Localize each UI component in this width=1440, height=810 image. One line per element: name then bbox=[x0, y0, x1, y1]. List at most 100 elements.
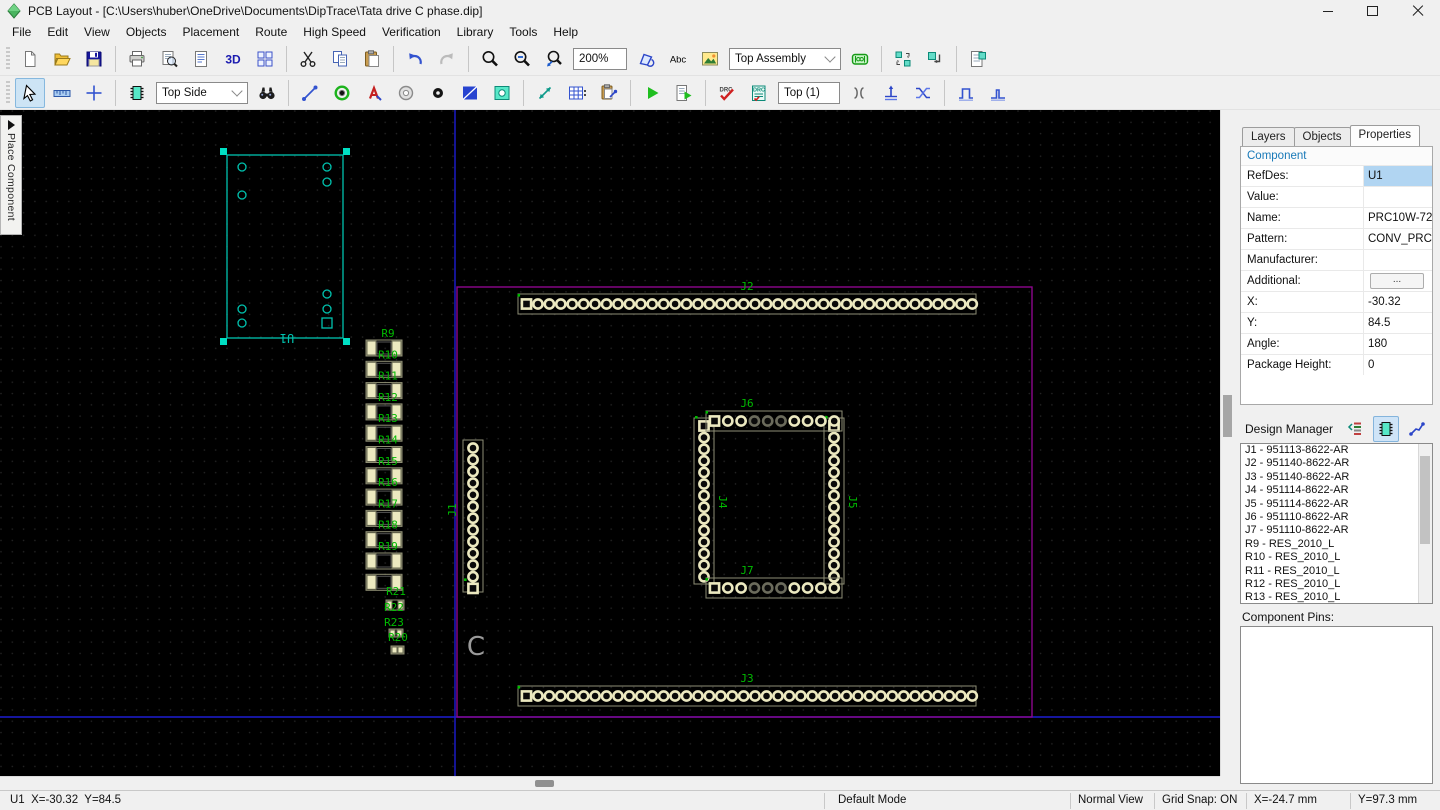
place-component-button[interactable] bbox=[122, 78, 152, 108]
board-points-button[interactable] bbox=[631, 44, 661, 74]
place-component-tab[interactable]: Place Component bbox=[0, 115, 22, 235]
menu-verification[interactable]: Verification bbox=[374, 23, 449, 41]
design-manager-item[interactable]: J3 - 951140-8622-AR bbox=[1241, 471, 1432, 484]
design-manager-item[interactable]: R11 - RES_2010_L bbox=[1241, 565, 1432, 578]
property-value-x[interactable]: -30.32 bbox=[1363, 292, 1432, 312]
pin-table-button[interactable] bbox=[562, 78, 592, 108]
toolbar-grip[interactable] bbox=[6, 46, 10, 71]
menu-placement[interactable]: Placement bbox=[175, 23, 248, 41]
design-manager-list[interactable]: J1 - 951113-8622-AR J2 - 951140-8622-AR J3… bbox=[1240, 443, 1433, 604]
property-value-angle[interactable]: 180 bbox=[1363, 334, 1432, 354]
update-structure-button[interactable] bbox=[888, 44, 918, 74]
minimize-button[interactable] bbox=[1305, 0, 1350, 22]
design-manager-item[interactable]: R10 - RES_2010_L bbox=[1241, 551, 1432, 564]
property-value-value[interactable] bbox=[1363, 187, 1432, 207]
drc-check-button[interactable]: DRC bbox=[712, 78, 742, 108]
place-hole-button[interactable] bbox=[423, 78, 453, 108]
menu-file[interactable]: File bbox=[4, 23, 39, 41]
property-value-name[interactable]: PRC10W-72 bbox=[1363, 208, 1432, 228]
design-manager-item[interactable]: R12 - RES_2010_L bbox=[1241, 578, 1432, 591]
menu-help[interactable]: Help bbox=[545, 23, 586, 41]
pulse-wide-button[interactable] bbox=[951, 78, 981, 108]
canvas-vertical-scrollbar[interactable] bbox=[1220, 110, 1233, 776]
new-document-button[interactable] bbox=[15, 44, 45, 74]
zoom-mode-button[interactable] bbox=[475, 44, 505, 74]
measure-distance-button[interactable] bbox=[530, 78, 560, 108]
silkscreen-text[interactable]: C bbox=[467, 632, 485, 662]
place-origin-button[interactable] bbox=[79, 78, 109, 108]
back-annotate-button[interactable] bbox=[920, 44, 950, 74]
property-value-packageheight[interactable]: 0 bbox=[1363, 355, 1432, 375]
save-button[interactable] bbox=[79, 44, 109, 74]
tile-windows-button[interactable] bbox=[250, 44, 280, 74]
design-manager-item[interactable]: J5 - 951114-8622-AR bbox=[1241, 498, 1432, 511]
tab-objects[interactable]: Objects bbox=[1293, 127, 1351, 146]
net-length-button[interactable] bbox=[876, 78, 906, 108]
paste-button[interactable] bbox=[357, 44, 387, 74]
paste-route-button[interactable] bbox=[594, 78, 624, 108]
place-pad-button[interactable] bbox=[391, 78, 421, 108]
property-value-additional[interactable]: ... bbox=[1363, 271, 1432, 291]
design-manager-item[interactable]: J6 - 951110-8622-AR bbox=[1241, 511, 1432, 524]
run-script-button[interactable] bbox=[669, 78, 699, 108]
open-button[interactable] bbox=[47, 44, 77, 74]
design-manager-item[interactable]: R13 - RES_2010_L bbox=[1241, 591, 1432, 603]
property-value-y[interactable]: 84.5 bbox=[1363, 313, 1432, 333]
design-manager-scrollbar[interactable] bbox=[1418, 444, 1432, 603]
differential-pair-button[interactable] bbox=[844, 78, 874, 108]
design-manager-item[interactable]: J4 - 951114-8622-AR bbox=[1241, 484, 1432, 497]
print-button[interactable] bbox=[122, 44, 152, 74]
design-manager-item[interactable]: J1 - 951113-8622-AR bbox=[1241, 444, 1432, 457]
canvas-horizontal-scrollbar[interactable] bbox=[0, 776, 1220, 790]
menu-objects[interactable]: Objects bbox=[118, 23, 175, 41]
select-tool-button[interactable] bbox=[15, 77, 45, 108]
menu-library[interactable]: Library bbox=[449, 23, 502, 41]
route-tool-button[interactable] bbox=[359, 78, 389, 108]
design-manager-item[interactable]: R9 - RES_2010_L bbox=[1241, 538, 1432, 551]
dm-components-button[interactable] bbox=[1373, 416, 1399, 442]
assembly-layer-combo[interactable]: Top Assembly bbox=[729, 47, 841, 70]
menu-tools[interactable]: Tools bbox=[501, 23, 545, 41]
sheet-setup-button[interactable] bbox=[186, 44, 216, 74]
zoom-window-button[interactable] bbox=[539, 44, 569, 74]
place-via-button[interactable] bbox=[327, 78, 357, 108]
place-text-button[interactable]: Abc bbox=[663, 44, 693, 74]
dm-filter-button[interactable] bbox=[1342, 416, 1368, 442]
design-manager-item[interactable]: J2 - 951140-8622-AR bbox=[1241, 457, 1432, 470]
cut-button[interactable] bbox=[293, 44, 323, 74]
view-3d-button[interactable]: 3D bbox=[218, 44, 248, 74]
print-preview-button[interactable] bbox=[154, 44, 184, 74]
property-value-pattern[interactable]: CONV_PRC bbox=[1363, 229, 1432, 249]
vertical-scroll-thumb[interactable] bbox=[1223, 395, 1232, 437]
maximize-button[interactable] bbox=[1350, 0, 1395, 22]
pcb-canvas[interactable]: J2 J3 J1 J4 J5 J6 J7 R9 R10 R11 R12 R13 R14 R15 R16 R17… bbox=[0, 110, 1220, 776]
dimension-button[interactable] bbox=[845, 44, 875, 74]
zoom-out-button[interactable] bbox=[507, 44, 537, 74]
horizontal-scroll-thumb[interactable] bbox=[535, 780, 554, 787]
menu-view[interactable]: View bbox=[76, 23, 118, 41]
zoom-level-combo[interactable]: 200% bbox=[573, 47, 627, 70]
design-manager-scroll-thumb[interactable] bbox=[1420, 456, 1430, 544]
route-trace-button[interactable] bbox=[295, 78, 325, 108]
board-cutout-button[interactable] bbox=[487, 78, 517, 108]
property-value-manufacturer[interactable] bbox=[1363, 250, 1432, 270]
run-autorouter-button[interactable] bbox=[637, 78, 667, 108]
design-manager-item[interactable]: J7 - 951110-8622-AR bbox=[1241, 524, 1432, 537]
tab-properties[interactable]: Properties bbox=[1349, 125, 1420, 146]
dm-nets-button[interactable] bbox=[1404, 416, 1430, 442]
find-component-button[interactable] bbox=[252, 78, 282, 108]
copy-button[interactable] bbox=[325, 44, 355, 74]
menu-high-speed[interactable]: High Speed bbox=[295, 23, 374, 41]
property-value-refdes[interactable]: U1 bbox=[1363, 166, 1432, 186]
measure-tool-button[interactable] bbox=[47, 78, 77, 108]
drc-report-button[interactable]: DRC bbox=[744, 78, 774, 108]
close-button[interactable] bbox=[1395, 0, 1440, 22]
tab-layers[interactable]: Layers bbox=[1242, 127, 1295, 146]
net-crossing-button[interactable] bbox=[908, 78, 938, 108]
copper-pour-button[interactable] bbox=[455, 78, 485, 108]
additional-button[interactable]: ... bbox=[1370, 273, 1424, 289]
layout-properties-button[interactable] bbox=[963, 44, 993, 74]
pulse-narrow-button[interactable] bbox=[983, 78, 1013, 108]
side-combo[interactable]: Top Side bbox=[156, 81, 248, 104]
redo-button[interactable] bbox=[432, 44, 462, 74]
